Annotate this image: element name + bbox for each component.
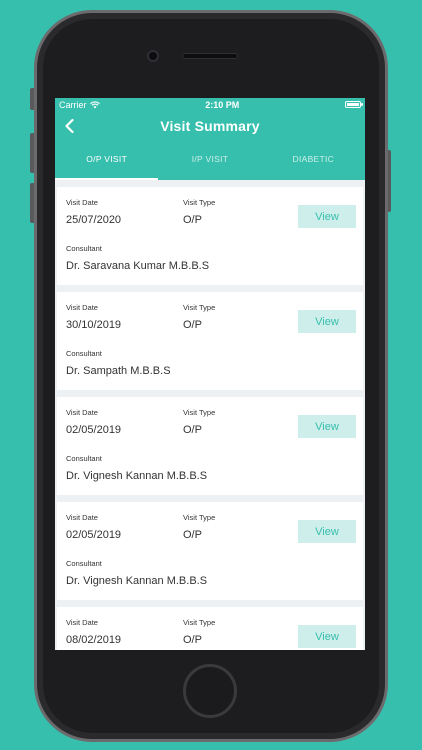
- page-title: Visit Summary: [160, 118, 260, 134]
- wifi-icon: [89, 101, 100, 109]
- tab-diabetic[interactable]: DIABETIC: [262, 141, 365, 180]
- consultant-label: Consultant: [66, 349, 102, 358]
- visit-date-value: 30/10/2019: [66, 319, 122, 331]
- visit-date-value: 08/02/2019: [66, 634, 122, 646]
- tab-bar: O/P VISIT I/P VISIT DIABETIC: [55, 141, 365, 180]
- view-button[interactable]: View: [298, 625, 356, 648]
- visit-date-label: Visit Date: [66, 618, 98, 627]
- visit-type-value: O/P: [183, 634, 202, 646]
- app-screen: Carrier 2:10 PM Visit Summary O/P VISIT …: [55, 98, 365, 650]
- visit-type-value: O/P: [183, 424, 202, 436]
- consultant-value: Dr. Saravana Kumar M.B.B.S: [66, 260, 210, 272]
- status-time: 2:10 PM: [205, 99, 240, 110]
- consultant-label: Consultant: [66, 244, 102, 253]
- visit-date-label: Visit Date: [66, 303, 98, 312]
- visit-type-label: Visit Type: [183, 303, 216, 312]
- visit-type-value: O/P: [183, 214, 202, 226]
- consultant-value: Dr. Vignesh Kannan M.B.B.S: [66, 470, 208, 482]
- visit-date-value: 25/07/2020: [66, 214, 122, 226]
- visit-date-label: Visit Date: [66, 408, 98, 417]
- visit-type-label: Visit Type: [183, 198, 216, 207]
- visit-card: Visit Date 02/05/2019 Visit Type O/P Vie…: [57, 502, 363, 600]
- visit-type-label: Visit Type: [183, 408, 216, 417]
- consultant-value: Dr. Sampath M.B.B.S: [66, 365, 171, 377]
- tab-ip-visit[interactable]: I/P VISIT: [158, 141, 261, 180]
- visit-date-value: 02/05/2019: [66, 529, 122, 541]
- visit-list: Visit Date 25/07/2020 Visit Type O/P Vie…: [55, 180, 365, 650]
- nav-bar: Visit Summary: [55, 111, 365, 141]
- visit-card: Visit Date 02/05/2019 Visit Type O/P Vie…: [57, 397, 363, 495]
- carrier-label: Carrier: [59, 99, 87, 110]
- status-left: Carrier: [59, 100, 100, 110]
- consultant-label: Consultant: [66, 559, 102, 568]
- earpiece-speaker: [182, 53, 238, 59]
- home-button[interactable]: [183, 664, 237, 718]
- front-camera: [147, 50, 159, 62]
- back-arrow-icon[interactable]: [61, 117, 79, 135]
- consultant-value: Dr. Vignesh Kannan M.B.B.S: [66, 575, 208, 587]
- visit-date-label: Visit Date: [66, 198, 98, 207]
- visit-date-value: 02/05/2019: [66, 424, 122, 436]
- visit-type-value: O/P: [183, 529, 202, 541]
- view-button[interactable]: View: [298, 520, 356, 543]
- visit-card: Visit Date 30/10/2019 Visit Type O/P Vie…: [57, 292, 363, 390]
- consultant-label: Consultant: [66, 454, 102, 463]
- visit-type-label: Visit Type: [183, 513, 216, 522]
- visit-type-value: O/P: [183, 319, 202, 331]
- status-bar: Carrier 2:10 PM: [55, 98, 365, 111]
- tab-op-visit[interactable]: O/P VISIT: [55, 141, 159, 180]
- visit-card: Visit Date 08/02/2019 Visit Type O/P Vie…: [57, 607, 363, 650]
- view-button[interactable]: View: [298, 205, 356, 228]
- visit-date-label: Visit Date: [66, 513, 98, 522]
- view-button[interactable]: View: [298, 415, 356, 438]
- visit-card: Visit Date 25/07/2020 Visit Type O/P Vie…: [57, 187, 363, 285]
- app-header: Carrier 2:10 PM Visit Summary O/P VISIT …: [55, 98, 365, 180]
- visit-type-label: Visit Type: [183, 618, 216, 627]
- view-button[interactable]: View: [298, 310, 356, 333]
- battery-icon: [345, 101, 363, 108]
